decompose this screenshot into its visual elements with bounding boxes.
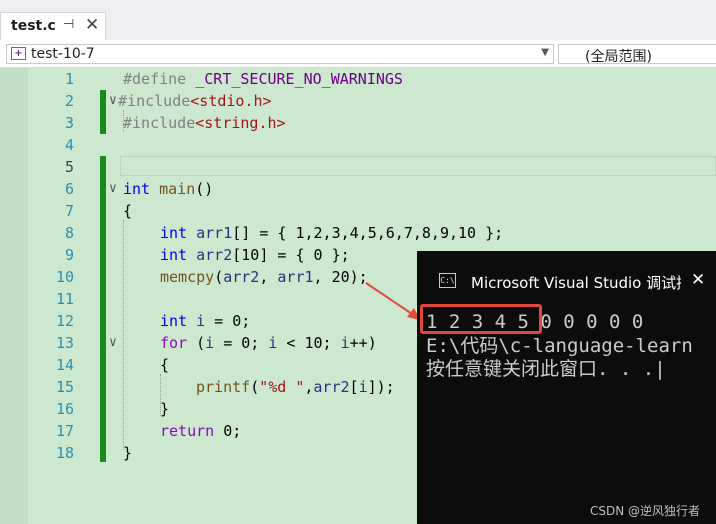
console-output-line: 按任意键关闭此窗口. . .| <box>426 358 666 380</box>
close-icon[interactable]: ✕ <box>691 270 705 290</box>
console-title: Microsoft Visual Studio 调试控 <box>471 274 681 292</box>
debug-console-window[interactable]: C:\ Microsoft Visual Studio 调试控 ✕ 1 2 3 … <box>417 251 716 524</box>
console-icon: C:\ <box>439 273 456 288</box>
highlight-box <box>420 304 542 334</box>
console-title-bar[interactable]: C:\ Microsoft Visual Studio 调试控 ✕ <box>417 251 716 311</box>
watermark: CSDN @逆风独行者 <box>590 504 701 518</box>
console-output-line: E:\代码\c-language-learn <box>426 335 693 357</box>
